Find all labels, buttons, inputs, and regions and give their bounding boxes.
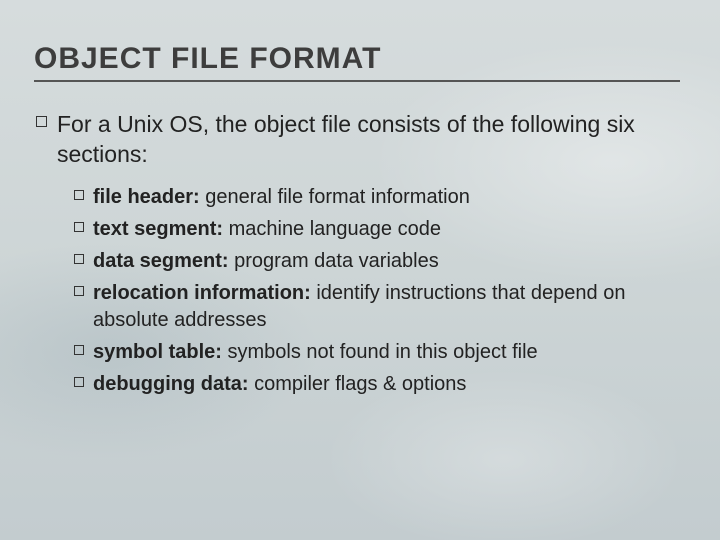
list-item-text: text segment: machine language code — [93, 216, 441, 243]
list-item-rest: symbols not found in this object file — [222, 341, 538, 363]
square-bullet-icon — [74, 345, 84, 355]
list-item: data segment: program data variables — [74, 248, 680, 275]
lead-bullet: For a Unix OS, the object file consists … — [36, 110, 680, 170]
list-item-bold: text segment: — [93, 218, 223, 240]
sub-list: file header: general file format informa… — [74, 184, 680, 398]
list-item: symbol table: symbols not found in this … — [74, 339, 680, 366]
list-item-text: relocation information: identify instruc… — [93, 280, 680, 334]
list-item-text: debugging data: compiler flags & options — [93, 371, 466, 398]
lead-text: For a Unix OS, the object file consists … — [57, 110, 680, 170]
list-item-rest: compiler flags & options — [249, 373, 467, 395]
list-item: relocation information: identify instruc… — [74, 280, 680, 334]
square-bullet-icon — [74, 377, 84, 387]
list-item-text: symbol table: symbols not found in this … — [93, 339, 538, 366]
square-bullet-icon — [74, 222, 84, 232]
list-item: file header: general file format informa… — [74, 184, 680, 211]
list-item: debugging data: compiler flags & options — [74, 371, 680, 398]
list-item-bold: file header: — [93, 186, 200, 208]
list-item-bold: relocation information: — [93, 282, 311, 304]
list-item-bold: debugging data: — [93, 373, 249, 395]
square-bullet-icon — [74, 254, 84, 264]
list-item-rest: program data variables — [229, 250, 439, 272]
list-item-bold: symbol table: — [93, 341, 222, 363]
list-item-rest: general file format information — [200, 186, 470, 208]
list-item-rest: machine language code — [223, 218, 441, 240]
list-item: text segment: machine language code — [74, 216, 680, 243]
square-bullet-icon — [74, 190, 84, 200]
slide: OBJECT FILE FORMAT For a Unix OS, the ob… — [0, 0, 720, 433]
list-item-text: data segment: program data variables — [93, 248, 439, 275]
square-bullet-icon — [36, 116, 47, 127]
list-item-bold: data segment: — [93, 250, 229, 272]
list-item-text: file header: general file format informa… — [93, 184, 470, 211]
slide-title: OBJECT FILE FORMAT — [34, 42, 680, 82]
square-bullet-icon — [74, 286, 84, 296]
